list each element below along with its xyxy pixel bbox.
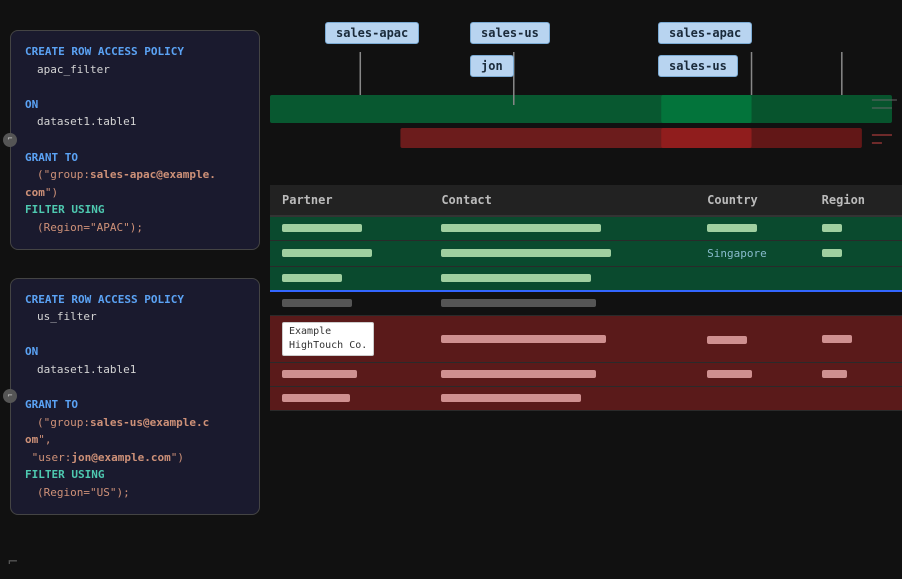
table-ref-2: dataset1.table1 [25,361,245,379]
col-header-partner: Partner [270,185,429,216]
kw-grant-2: GRANT TO [25,398,78,411]
kw-grant-1: GRANT TO [25,151,78,164]
table-row [270,363,902,387]
cell-partner-highlighted: ExampleHighTouch Co. [270,316,429,363]
grant-value-1: ("group:sales-apac@example. com") [25,168,216,199]
cell-contact [429,267,695,292]
cell-partner [270,267,429,292]
cell-region [810,363,902,387]
cell-country [695,291,810,316]
cell-contact [429,387,695,411]
policy-name-1: apac_filter [25,61,245,79]
cell-country [695,316,810,363]
cell-partner [270,241,429,267]
cell-country [695,363,810,387]
chip-jon: jon [470,55,514,77]
cell-region [810,267,902,292]
table-ref-1: dataset1.table1 [25,113,245,131]
code-block-us: ⌐ CREATE ROW ACCESS POLICY us_filter ON … [10,278,260,515]
table-row [270,387,902,411]
cell-region [810,216,902,241]
kw-on-2: ON [25,345,38,358]
policy-name-2: us_filter [25,308,245,326]
main-container: ⌐ CREATE ROW ACCESS POLICY apac_filter O… [0,0,902,579]
table-area: Partner Contact Country Region [270,185,902,579]
table-header-row: Partner Contact Country Region [270,185,902,216]
kw-filter-2: FILTER USING [25,468,104,481]
kw-filter-1: FILTER USING [25,203,104,216]
kw-create-1: CREATE ROW ACCESS POLICY [25,45,184,58]
cell-region [810,316,902,363]
filter-value-2: (Region="US"); [25,486,130,499]
chip-sales-us-2: sales-us [658,55,738,77]
cell-contact [429,363,695,387]
data-table: Partner Contact Country Region [270,185,902,411]
cell-contact [429,241,695,267]
chip-sales-apac-1: sales-apac [325,22,419,44]
bottom-left-icon: ⌐ [8,552,18,571]
kw-on-1: ON [25,98,38,111]
chip-sales-apac-2: sales-apac [658,22,752,44]
cell-region [810,387,902,411]
tags-area: sales-apac sales-us jon sales-apac sales… [270,0,902,185]
table-row [270,291,902,316]
right-panel: sales-apac sales-us jon sales-apac sales… [270,0,902,579]
code-block-apac: ⌐ CREATE ROW ACCESS POLICY apac_filter O… [10,30,260,250]
cell-country [695,387,810,411]
cell-partner [270,363,429,387]
grant-value-2: ("group:sales-us@example.c om", "user:jo… [25,416,209,464]
highlighted-partner-cell: ExampleHighTouch Co. [282,322,374,356]
left-panel: ⌐ CREATE ROW ACCESS POLICY apac_filter O… [0,0,270,579]
cell-country: Singapore [695,241,810,267]
cell-partner [270,291,429,316]
cell-country [695,267,810,292]
table-row: Singapore [270,241,902,267]
block-icon-2: ⌐ [3,389,17,403]
cell-partner [270,387,429,411]
col-header-country: Country [695,185,810,216]
filter-value-1: (Region="APAC"); [25,221,143,234]
cell-country [695,216,810,241]
col-header-region: Region [810,185,902,216]
col-header-contact: Contact [429,185,695,216]
cell-region [810,291,902,316]
table-row [270,267,902,292]
table-row [270,216,902,241]
block-icon-1: ⌐ [3,133,17,147]
cell-partner [270,216,429,241]
cell-contact [429,216,695,241]
cell-contact [429,316,695,363]
table-row: ExampleHighTouch Co. [270,316,902,363]
chip-sales-us-1: sales-us [470,22,550,44]
kw-create-2: CREATE ROW ACCESS POLICY [25,293,184,306]
cell-contact [429,291,695,316]
cell-region [810,241,902,267]
